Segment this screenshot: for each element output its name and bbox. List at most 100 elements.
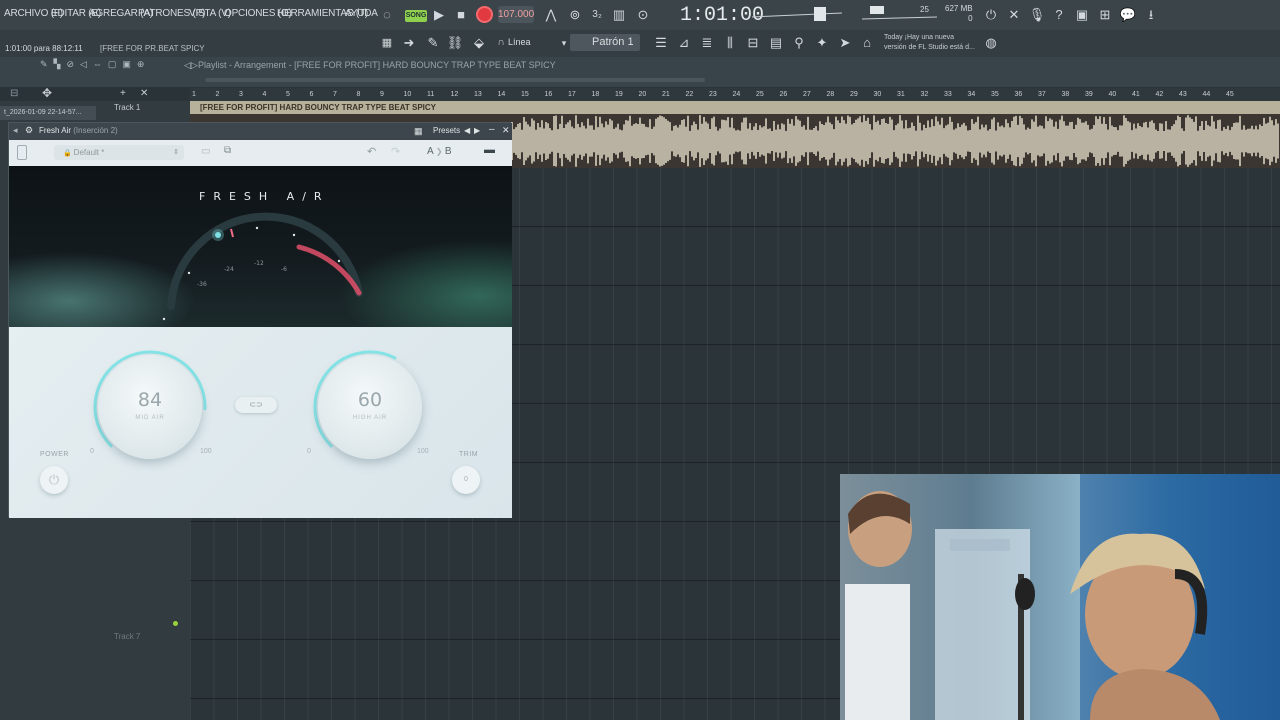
ruler-bar-1: 1 <box>192 91 196 98</box>
ab-b-label[interactable]: B <box>445 146 452 157</box>
previous-preset-icon[interactable]: ◀ <box>464 126 470 135</box>
arrow-right-icon[interactable]: ➜ <box>400 34 418 52</box>
link-icon[interactable]: ⛓ <box>446 34 464 52</box>
ruler-bar-33: 33 <box>944 91 952 98</box>
record-button[interactable] <box>476 6 493 23</box>
high-air-label: HIGH AIR <box>352 415 388 421</box>
menu-help[interactable]: AYUDA <box>345 8 378 19</box>
chat-icon[interactable]: 💬 <box>1119 6 1137 24</box>
next-preset-icon[interactable]: ▶ <box>474 126 480 135</box>
song-mode-toggle[interactable]: SONG <box>405 10 427 22</box>
minimize-icon[interactable]: – <box>489 124 495 135</box>
high-air-knob[interactable]: 60 HIGH AIR <box>318 355 422 459</box>
add-track-icon[interactable]: + <box>120 88 126 99</box>
mixer-sliders-icon[interactable]: ⫼ <box>721 34 739 52</box>
master-volume-slider[interactable] <box>752 7 852 23</box>
move-icon[interactable]: ✥ <box>42 86 52 100</box>
hint-icon[interactable]: ◌ <box>378 6 396 24</box>
tempo-display[interactable]: 107.000 <box>498 6 534 23</box>
loop-record-icon[interactable]: ⊚ <box>566 6 584 24</box>
ruler-bar-12: 12 <box>450 91 459 98</box>
ruler-bar-31: 31 <box>897 91 905 98</box>
channel-rack-icon[interactable]: ≣ <box>698 34 716 52</box>
redo-icon[interactable]: ↷ <box>391 145 400 158</box>
tuning-fork-icon[interactable]: ✕ <box>1005 6 1023 24</box>
plugin-title: Fresh Air (Inserción 2) <box>39 126 118 135</box>
ab-a-label[interactable]: A <box>427 146 433 157</box>
cpu-value: 25 <box>920 5 929 14</box>
ruler-bar-16: 16 <box>544 91 553 98</box>
ruler-bar-45: 45 <box>1226 91 1234 98</box>
ab-compare-toggle[interactable]: A ❯ B <box>427 146 452 157</box>
mid-air-knob[interactable]: 84 MID AIR <box>98 355 202 459</box>
stop-icon[interactable]: ■ <box>452 6 470 24</box>
news-line-2: versión de FL Studio está d... <box>884 44 975 51</box>
trim-knob[interactable]: 0 <box>452 466 480 494</box>
play-icon[interactable]: ▶ <box>430 6 448 24</box>
preset-dropdown[interactable]: 🔒 Default * ⇕ <box>54 145 184 160</box>
hint-position: 1:01:00 para 88:12:11 <box>5 44 83 53</box>
plugin-titlebar[interactable]: ◂ ⚙ Fresh Air (Inserción 2) ▦ Presets ◀ … <box>9 123 512 140</box>
undo-icon[interactable]: ↶ <box>367 145 376 158</box>
ruler-bar-37: 37 <box>1038 91 1046 98</box>
mixer-icon[interactable]: ⊞ <box>1096 6 1114 24</box>
comment-icon[interactable]: ▬ <box>484 144 495 156</box>
step-edit-icon[interactable]: 3₂ <box>588 6 606 24</box>
playlist-arrow-icon[interactable]: ◁▷ <box>184 60 198 71</box>
snap-mode-select[interactable]: Línea <box>508 37 531 47</box>
close-plugin-icon[interactable]: ✕ <box>502 125 510 136</box>
keyboard-icon[interactable]: ▥ <box>610 6 628 24</box>
timeline-ruler[interactable]: 1 2 3 4 5 6 7 8 9 10 11 12 13 14 15 16 17 18 19 20 21 22 23 24 2… <box>190 88 1280 101</box>
menu-icon[interactable] <box>17 145 27 160</box>
meter-label-12: -12 <box>254 260 264 267</box>
ruler-bar-38: 38 <box>1061 91 1070 98</box>
power-toggle-icon[interactable]: ⏻ <box>982 6 1000 24</box>
ruler-bar-8: 8 <box>356 91 361 98</box>
grip-icon[interactable]: ◂ <box>13 125 18 136</box>
track-7-active-led[interactable] <box>173 621 178 626</box>
browser-icon[interactable]: ⊟ <box>744 34 762 52</box>
project-icon[interactable]: ▤ <box>767 34 785 52</box>
horizontal-scrollbar[interactable] <box>205 78 705 82</box>
browser-file-item[interactable]: t_2026-01-09 22-14-57... <box>0 106 96 120</box>
blend-notes-icon[interactable]: ⊙ <box>634 6 652 24</box>
news-panel[interactable]: Today ¡Hay una nueva versión de FL Studi… <box>884 33 975 53</box>
stamp-icon[interactable]: ⬙ <box>470 34 488 52</box>
power-icon: ⏻ <box>48 472 60 487</box>
shop-icon[interactable]: ⌂ <box>858 34 876 52</box>
help-icon[interactable]: ? <box>1050 6 1068 24</box>
ruler-bar-25: 25 <box>756 91 764 98</box>
ruler-bar-15: 15 <box>521 91 529 98</box>
save-preset-icon[interactable]: ▭ <box>201 146 210 157</box>
power-label: POWER <box>40 451 69 458</box>
preset-list-icon[interactable]: ▦ <box>414 126 423 137</box>
chevron-updown-icon: ⇕ <box>173 149 179 156</box>
playlist-title: Playlist - Arrangement - [FREE FOR PROFI… <box>198 60 556 70</box>
touch-controller-icon[interactable]: ✦ <box>813 34 831 52</box>
ruler-bar-3: 3 <box>239 91 243 98</box>
keyboard-snap-icon[interactable]: ▦ <box>378 34 396 52</box>
pattern-selector[interactable]: Patrón 1 <box>570 34 640 51</box>
download-icon[interactable]: ⭳ <box>1142 6 1160 24</box>
track-1-label[interactable]: Track 1 <box>114 103 140 112</box>
sidebar-toggle-icon[interactable]: ⊟ <box>10 88 18 99</box>
piano-roll-icon[interactable]: ⊿ <box>675 34 693 52</box>
copy-preset-icon[interactable]: ⧉ <box>224 145 231 156</box>
script-icon[interactable]: ➤ <box>836 34 854 52</box>
microphone-icon[interactable]: 🎙 <box>1028 6 1046 24</box>
gear-icon[interactable]: ⚙ <box>25 125 33 136</box>
save-icon[interactable]: ▣ <box>1073 6 1091 24</box>
plugin-name: Fresh Air <box>39 126 72 135</box>
metronome-icon[interactable]: ⋀ <box>542 6 560 24</box>
track-7-label[interactable]: Track 7 <box>114 632 140 641</box>
playlist-icon[interactable]: ☰ <box>652 34 670 52</box>
link-knobs-button[interactable]: ⊂⊃ <box>235 397 277 413</box>
plugin-picker-icon[interactable]: ⚲ <box>790 34 808 52</box>
presets-button[interactable]: Presets <box>433 126 460 135</box>
power-button[interactable]: ⏻ <box>40 466 68 494</box>
globe-icon[interactable]: ◍ <box>982 34 1000 52</box>
pencil-icon[interactable]: ✎ <box>424 34 442 52</box>
close-icon[interactable]: ✕ <box>140 88 148 99</box>
playlist-tools[interactable]: ✎▚⊘◁⇔▢▣⊕ <box>40 59 190 71</box>
meter-label-6: -6 <box>281 266 287 273</box>
